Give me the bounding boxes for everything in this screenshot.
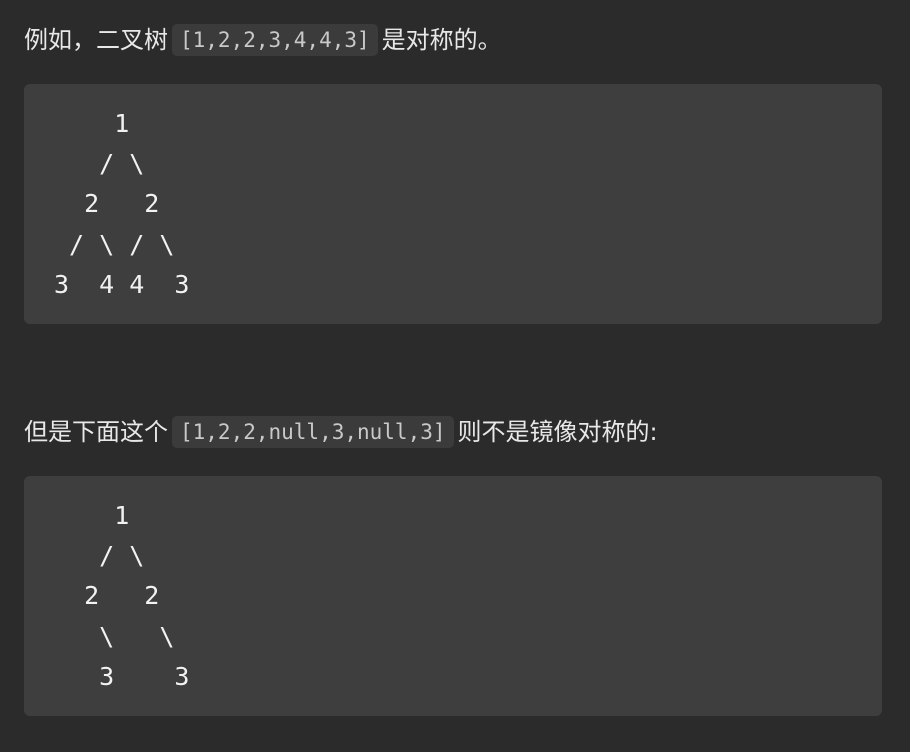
inline-code-array: [1,2,2,3,4,4,3] [172,24,378,56]
tree-line: / \ [54,541,145,571]
problem-description: 例如，二叉树 [1,2,2,3,4,4,3] 是对称的。 1 / \ 2 2 / \… [0,0,910,752]
tree-line: 2 2 [54,581,160,611]
tree-line: 1 [54,109,130,138]
sentence-text-before: 但是下面这个 [24,418,168,446]
tree-line: / \ / \ [54,229,175,259]
code-block-asymmetric-tree: 1 / \ 2 2 \ \ 3 3 [24,476,882,716]
tree-diagram: 1 / \ 2 2 \ \ 3 3 [24,476,882,697]
inline-code-array: [1,2,2,null,3,null,3] [172,416,454,448]
asymmetric-example-sentence: 但是下面这个 [1,2,2,null,3,null,3] 则不是镜像对称的: [24,414,658,450]
sentence-text-after: 则不是镜像对称的: [457,418,658,446]
tree-line: 3 3 [54,661,190,691]
tree-diagram: 1 / \ 2 2 / \ / \ 3 4 4 3 [24,84,882,305]
symmetric-example-sentence: 例如，二叉树 [1,2,2,3,4,4,3] 是对称的。 [24,22,502,58]
sentence-text-after: 是对称的。 [381,26,502,54]
tree-line: \ \ [54,621,175,651]
tree-line: 1 [54,501,130,530]
code-block-symmetric-tree: 1 / \ 2 2 / \ / \ 3 4 4 3 [24,84,882,324]
tree-line: 3 4 4 3 [54,269,190,299]
tree-line: 2 2 [54,189,160,219]
sentence-text-before: 例如，二叉树 [24,26,168,54]
tree-line: / \ [54,149,145,179]
